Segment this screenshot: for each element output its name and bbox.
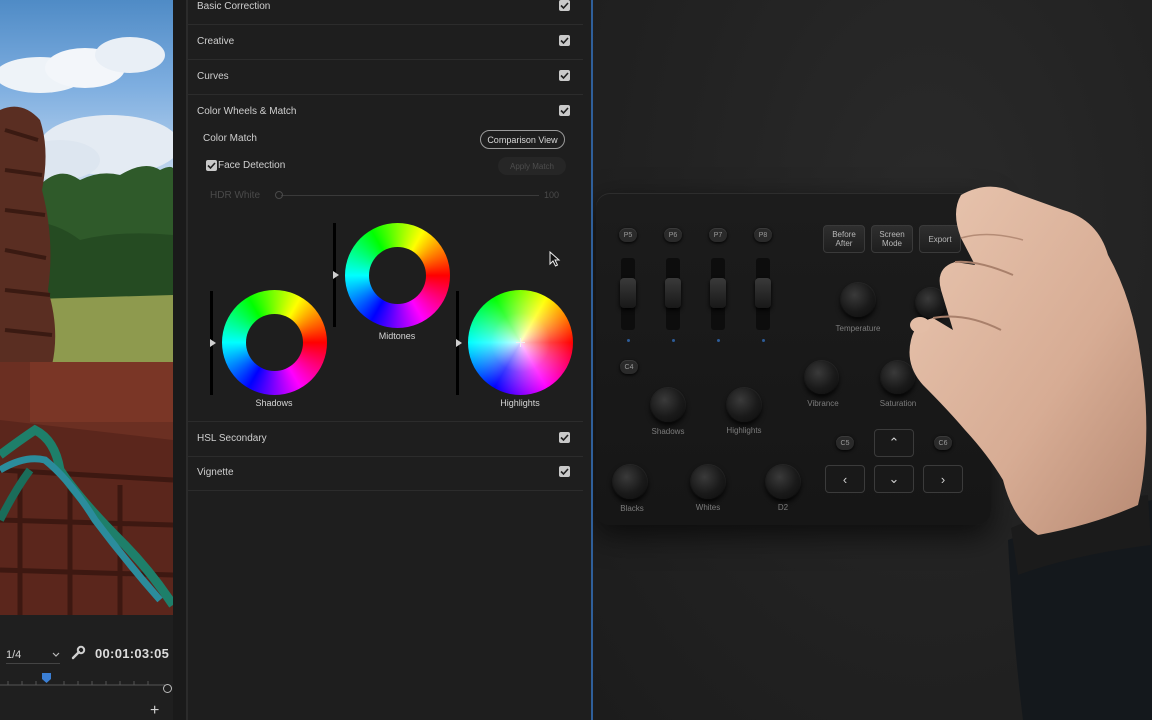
- section-label: Creative: [197, 36, 235, 47]
- shadows-luminance-handle[interactable]: [210, 339, 216, 347]
- checkmark-icon: [560, 72, 569, 80]
- hsl-secondary-enable-checkbox[interactable]: [559, 432, 570, 443]
- timeline-ruler[interactable]: [0, 672, 165, 686]
- face-detection-label: Face Detection: [218, 160, 286, 171]
- hdr-white-label: HDR White: [210, 190, 261, 201]
- hdr-white-value[interactable]: 100: [544, 190, 559, 200]
- section-vignette[interactable]: Vignette: [188, 456, 583, 491]
- midtones-luminance-handle[interactable]: [333, 271, 339, 279]
- hand-image: [909, 186, 1152, 720]
- curves-enable-checkbox[interactable]: [559, 70, 570, 81]
- section-label: Curves: [197, 71, 229, 82]
- section-label: Vignette: [197, 467, 234, 478]
- checkmark-icon: [560, 2, 569, 10]
- checkmark-icon: [560, 37, 569, 45]
- playback-resolution-select[interactable]: 1/4: [6, 647, 60, 664]
- shadows-wheel-label: Shadows: [255, 398, 293, 408]
- shadows-color-wheel[interactable]: [222, 290, 327, 395]
- playhead-marker[interactable]: [42, 673, 51, 683]
- highlights-luminance-handle[interactable]: [456, 339, 462, 347]
- program-monitor: 1/4 00:01:03:05 +: [0, 0, 173, 720]
- video-frame: [0, 0, 173, 615]
- section-label: HSL Secondary: [197, 433, 267, 444]
- crosshair-icon: [516, 338, 525, 347]
- playhead-timecode[interactable]: 00:01:03:05: [95, 646, 169, 661]
- wrench-icon[interactable]: [70, 645, 86, 661]
- comparison-view-button[interactable]: Comparison View: [480, 130, 565, 149]
- section-color-wheels-match[interactable]: Color Wheels & Match: [188, 95, 583, 129]
- creative-enable-checkbox[interactable]: [559, 35, 570, 46]
- section-basic-correction[interactable]: Basic Correction: [188, 0, 583, 25]
- monitor-controls-bar: [0, 615, 173, 720]
- checkmark-icon: [560, 107, 569, 115]
- highlights-wheel-label: Highlights: [500, 398, 540, 408]
- checkmark-icon: [207, 162, 216, 170]
- checkmark-icon: [560, 468, 569, 476]
- basic-correction-enable-checkbox[interactable]: [559, 0, 570, 11]
- mouse-pointer-icon: [549, 251, 561, 267]
- video-scene-image: [0, 37, 173, 615]
- hdr-white-slider-track[interactable]: [281, 195, 539, 196]
- color-match-label: Color Match: [203, 133, 257, 144]
- apply-match-button[interactable]: Apply Match: [498, 157, 566, 175]
- section-label: Color Wheels & Match: [197, 106, 297, 117]
- midtones-wheel-label: Midtones: [378, 331, 416, 341]
- section-creative[interactable]: Creative: [188, 25, 583, 60]
- checkmark-icon: [560, 434, 569, 442]
- hdr-white-slider-handle[interactable]: [275, 191, 283, 199]
- chevron-down-icon: [52, 652, 60, 657]
- controller-photo: P5 P6 P7 P8 Before After Screen Mode Expor…: [593, 0, 1152, 720]
- midtones-color-wheel[interactable]: [345, 223, 450, 328]
- color-wheels-enable-checkbox[interactable]: [559, 105, 570, 116]
- section-hsl-secondary[interactable]: HSL Secondary: [188, 421, 583, 457]
- add-button-plus-icon[interactable]: +: [150, 703, 159, 719]
- section-curves[interactable]: Curves: [188, 60, 583, 95]
- vignette-enable-checkbox[interactable]: [559, 466, 570, 477]
- face-detection-checkbox[interactable]: [206, 160, 217, 171]
- ruler-end-marker[interactable]: [163, 684, 172, 693]
- playback-resolution-value: 1/4: [6, 649, 22, 661]
- wheel-center: [369, 247, 426, 304]
- section-label: Basic Correction: [197, 1, 271, 12]
- highlights-color-wheel[interactable]: [468, 290, 573, 395]
- wheel-center: [246, 314, 303, 371]
